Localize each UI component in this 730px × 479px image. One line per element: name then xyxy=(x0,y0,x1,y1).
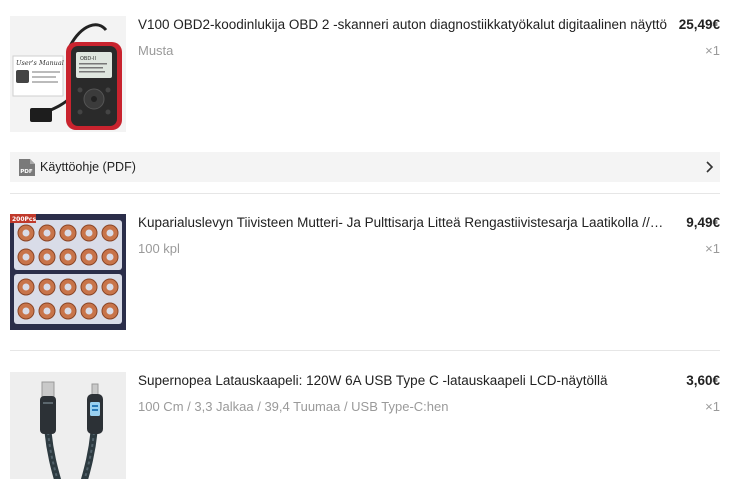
obd-scanner-image: User's Manual OBD-II xyxy=(10,16,126,132)
item-divider xyxy=(10,350,720,351)
product-quantity: ×1 xyxy=(705,399,720,414)
pdf-icon-text: PDF xyxy=(20,169,33,175)
product-price: 9,49€ xyxy=(686,215,720,230)
product-thumbnail-copper-washers[interactable]: 200Pcs xyxy=(10,214,126,330)
product-title[interactable]: Kuparialuslevyn Tiivisteen Mutteri- Ja P… xyxy=(138,214,668,232)
product-thumbnail-obd-scanner[interactable]: User's Manual OBD-II xyxy=(10,16,126,132)
product-quantity: ×1 xyxy=(705,43,720,58)
item-divider xyxy=(10,193,720,194)
product-price: 25,49€ xyxy=(678,17,720,32)
manual-booklet-text: User's Manual xyxy=(16,59,64,67)
kit-badge-text: 200Pcs xyxy=(12,216,36,223)
scanner-screen-text: OBD-II xyxy=(80,56,96,62)
order-items-panel: User's Manual OBD-II V100 OBD2-koodinluk… xyxy=(0,0,730,479)
usb-cable-image xyxy=(10,372,126,479)
product-quantity: ×1 xyxy=(705,241,720,256)
product-variant: 100 kpl xyxy=(138,241,180,256)
product-title[interactable]: V100 OBD2-koodinlukija OBD 2 -skanneri a… xyxy=(138,16,668,34)
manual-label: Käyttöohje (PDF) xyxy=(40,160,136,174)
product-variant: Musta xyxy=(138,43,174,58)
product-thumbnail-usb-cable[interactable] xyxy=(10,372,126,479)
product-variant: 100 Cm / 3,3 Jalkaa / 39,4 Tuumaa / USB … xyxy=(138,399,449,414)
user-manual-pdf-link[interactable]: PDF Käyttöohje (PDF) xyxy=(10,152,720,182)
copper-washer-kit-image: 200Pcs xyxy=(10,214,126,330)
pdf-icon: PDF xyxy=(19,159,35,176)
chevron-right-icon xyxy=(706,161,714,173)
product-title[interactable]: Supernopea Latauskaapeli: 120W 6A USB Ty… xyxy=(138,372,668,390)
product-price: 3,60€ xyxy=(686,373,720,388)
